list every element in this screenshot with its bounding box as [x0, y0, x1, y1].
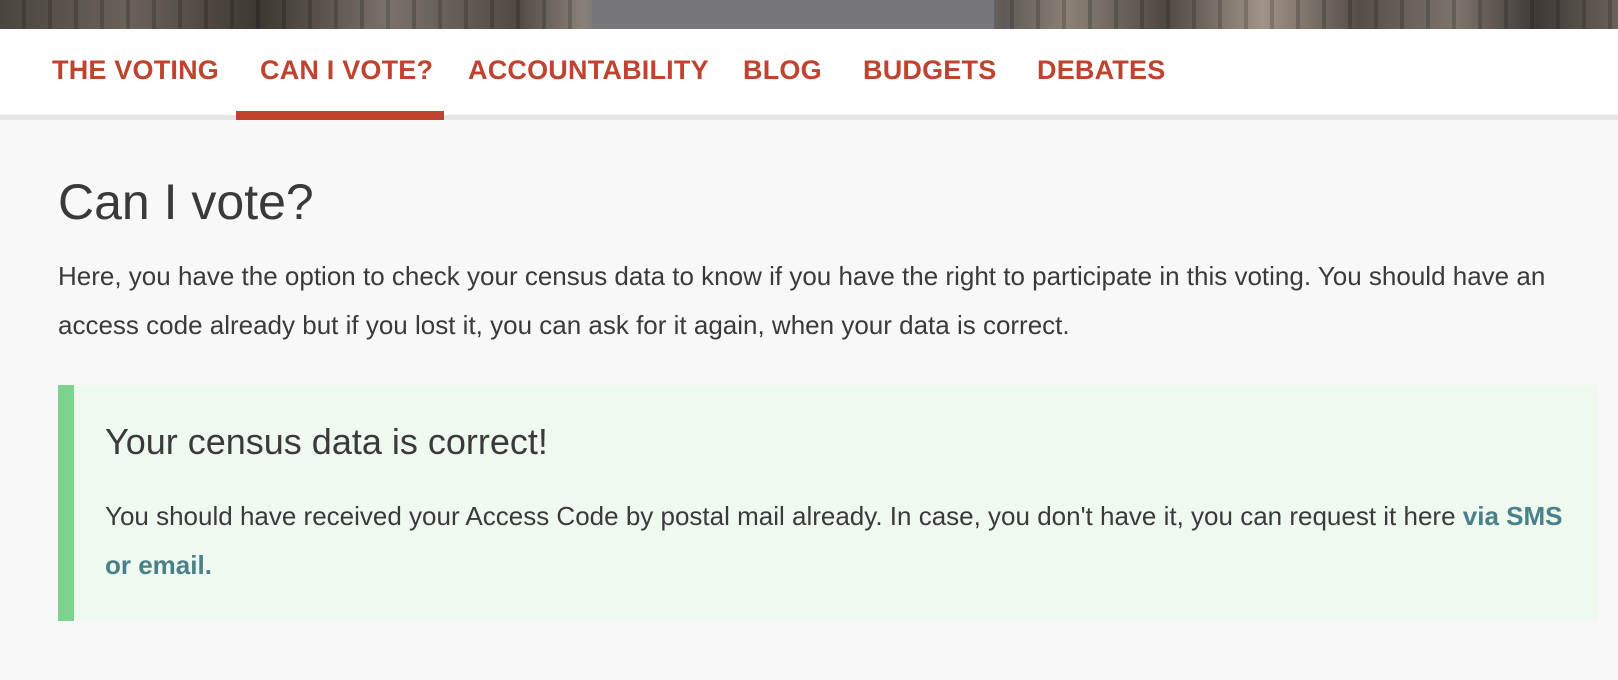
hero-image-center — [592, 0, 994, 29]
hero-image-strip — [0, 0, 1618, 29]
nav-item-the-voting[interactable]: THE VOTING — [28, 29, 243, 115]
nav-item-blog[interactable]: BLOG — [719, 29, 846, 115]
page-title: Can I vote? — [58, 174, 314, 230]
nav-item-can-i-vote[interactable]: CAN I VOTE? — [236, 29, 444, 120]
main-navigation: THE VOTING CAN I VOTE? ACCOUNTABILITY BL… — [0, 29, 1618, 120]
callout-body: You should have received your Access Cod… — [105, 492, 1570, 590]
nav-item-debates[interactable]: DEBATES — [1013, 29, 1189, 115]
callout-body-text: You should have received your Access Cod… — [105, 501, 1456, 531]
intro-text: Here, you have the option to check your … — [58, 261, 1546, 340]
census-success-callout: Your census data is correct! You should … — [58, 385, 1598, 621]
nav-item-budgets[interactable]: BUDGETS — [839, 29, 1020, 115]
nav-item-accountability[interactable]: ACCOUNTABILITY — [444, 29, 733, 115]
callout-title: Your census data is correct! — [105, 421, 548, 462]
